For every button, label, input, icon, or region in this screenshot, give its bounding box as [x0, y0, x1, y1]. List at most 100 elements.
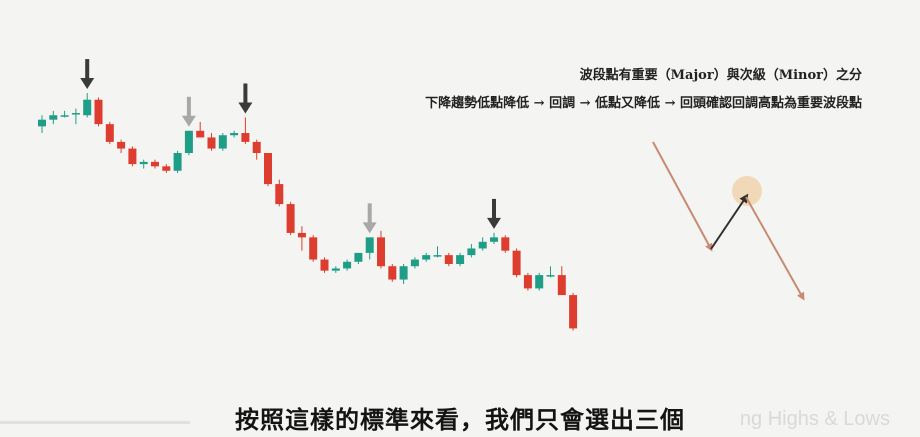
arrow-head	[362, 222, 377, 234]
note-downtrend-rule: 下降趨勢低點降低 → 回調 → 低點又降低 → 回頭確認回調高點為重要波段點	[425, 96, 862, 111]
candle-body	[83, 99, 92, 116]
candle	[83, 93, 92, 118]
candle	[241, 117, 250, 145]
candle	[105, 121, 114, 145]
candle	[309, 235, 318, 262]
candle	[320, 257, 329, 273]
candle	[207, 133, 216, 151]
candle-body	[196, 130, 205, 138]
candle	[433, 246, 442, 258]
candle-body	[60, 115, 69, 117]
candle	[444, 252, 453, 267]
arrow-head	[487, 217, 501, 229]
candle	[173, 150, 182, 173]
candle-body	[184, 130, 193, 153]
candle	[230, 130, 239, 138]
candle-body	[230, 133, 239, 136]
diagram-second-leg-down	[745, 196, 805, 301]
candle-body	[388, 266, 397, 280]
candle	[71, 108, 80, 125]
candle	[151, 159, 159, 169]
candle-body	[286, 204, 295, 233]
candle-body	[139, 161, 148, 165]
candle-body	[354, 252, 363, 262]
arrow-shaft	[85, 59, 90, 80]
candle-body	[444, 255, 453, 264]
candle-body	[297, 232, 306, 238]
candle-body	[105, 124, 114, 142]
candle-body	[252, 141, 261, 153]
swing-diagram	[652, 141, 805, 301]
candle-body	[456, 255, 465, 264]
video-subtitle: 按照這樣的標準來看，我們只會選出三個	[235, 406, 685, 434]
arrow-shaft	[186, 96, 191, 117]
candle	[410, 257, 419, 269]
candle	[196, 121, 205, 138]
swing-point-highlight	[732, 176, 762, 206]
candle	[139, 159, 148, 169]
candle-body	[399, 266, 408, 280]
candle-body	[523, 275, 532, 289]
candle	[523, 272, 532, 291]
candle	[422, 252, 431, 262]
candle	[184, 130, 193, 156]
candle-body	[173, 153, 182, 171]
candle	[501, 235, 510, 253]
candle	[264, 153, 272, 187]
arrow-head	[80, 78, 95, 90]
candle	[569, 292, 578, 331]
minor-swing-arrow-icon	[181, 96, 196, 127]
candle	[117, 139, 126, 153]
candle-body	[128, 148, 137, 165]
candle-body	[264, 153, 272, 185]
candle	[557, 266, 566, 296]
candle-body	[320, 259, 329, 271]
diagram-first-leg-down	[652, 141, 713, 252]
candle	[331, 266, 340, 273]
arrow-shaft	[492, 198, 496, 219]
candle	[399, 264, 408, 284]
candle	[490, 232, 498, 245]
candle	[218, 133, 227, 151]
candle	[252, 139, 261, 160]
candle	[60, 110, 69, 118]
candle	[377, 230, 385, 269]
candle-body	[241, 133, 250, 142]
candle-body	[569, 295, 578, 329]
candle-body	[467, 248, 476, 256]
candle	[275, 179, 284, 207]
candle-body	[512, 250, 521, 276]
note-major-minor: 波段點有重要（Major）與次級（Minor）之分	[579, 68, 862, 83]
candle-body	[433, 255, 442, 257]
diagram-rebound-up	[710, 193, 749, 250]
candle	[38, 115, 46, 134]
candle	[546, 266, 555, 278]
candle	[512, 248, 521, 278]
candle-body	[365, 237, 374, 253]
candle-body	[331, 268, 340, 271]
candle	[535, 272, 544, 291]
candle-body	[162, 166, 171, 171]
candle	[49, 110, 58, 125]
candle-body	[546, 275, 555, 277]
major-swing-arrow-icon	[487, 198, 501, 229]
candle-body	[151, 161, 159, 167]
arrow-head	[238, 102, 253, 114]
candle-body	[117, 141, 126, 149]
candle	[365, 237, 374, 260]
candle	[467, 244, 476, 258]
candle	[286, 201, 295, 236]
candle-body	[309, 237, 318, 260]
arrow-head	[181, 115, 196, 127]
candle	[297, 226, 306, 251]
candle-body	[490, 237, 498, 242]
candle	[128, 146, 137, 167]
candle	[354, 252, 363, 264]
major-swing-arrow-icon	[80, 59, 95, 90]
candle	[388, 264, 397, 282]
candle-body	[422, 255, 431, 260]
candle	[478, 237, 487, 251]
candle-body	[501, 237, 510, 251]
candle-body	[94, 99, 103, 125]
arrow-shaft	[367, 203, 372, 224]
